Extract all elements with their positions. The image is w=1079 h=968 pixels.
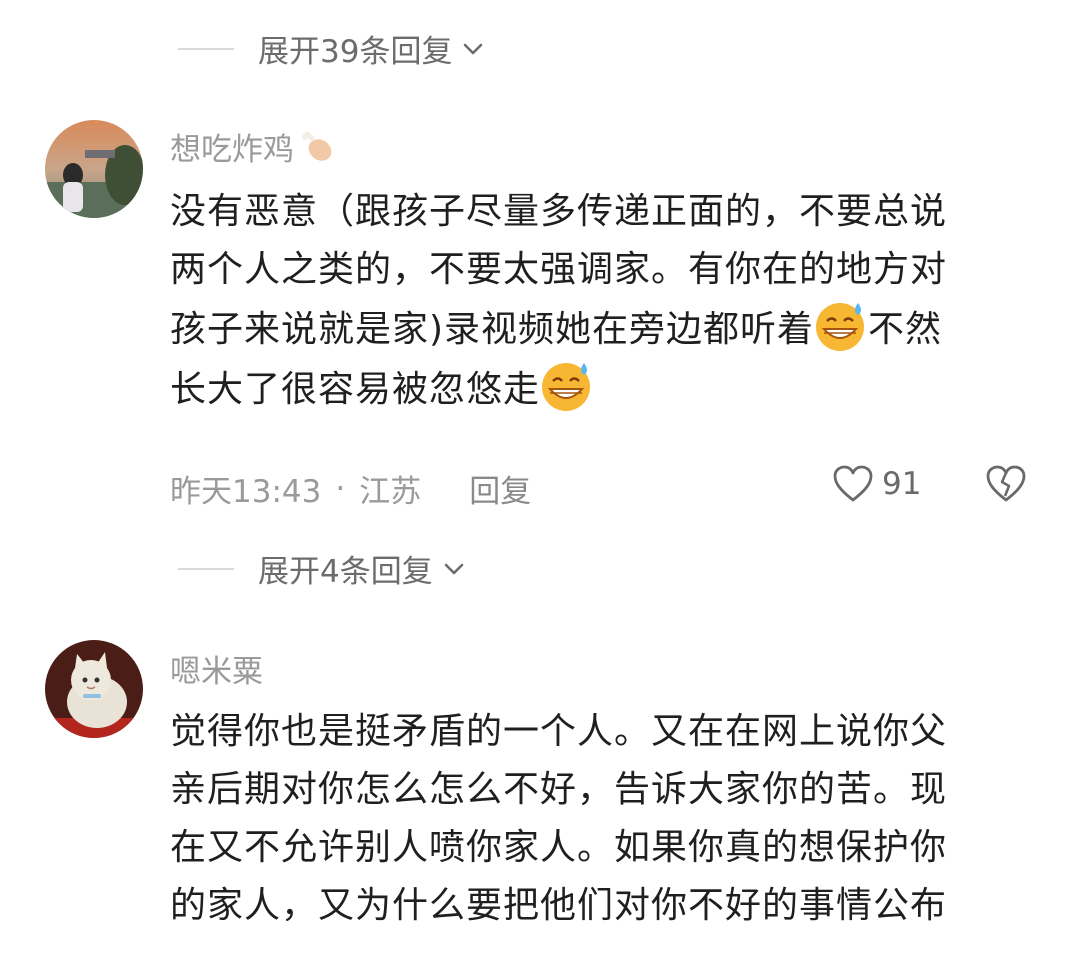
avatar[interactable] — [45, 120, 143, 218]
comment-line: 亲后期对你怎么怎么不好，告诉大家你的苦。现 — [170, 769, 948, 810]
reply-button[interactable]: 回复 — [469, 466, 531, 511]
expand-replies-label: 展开39条回复 — [258, 34, 453, 70]
comment-line: 两个人之类的，不要太强调家。有你在的地方对 — [170, 249, 948, 290]
like-button[interactable]: 91 — [832, 464, 921, 504]
expand-replies-button[interactable]: 展开39条回复 — [178, 26, 486, 71]
like-count: 91 — [882, 466, 922, 502]
comment-line: 的家人，又为什么要把他们对你不好的事情公布 — [170, 885, 948, 926]
expand-replies-label: 展开4条回复 — [258, 554, 433, 590]
chevron-down-icon — [464, 43, 483, 54]
expand-replies-button[interactable]: 展开4条回复 — [178, 546, 467, 591]
divider-line — [178, 567, 234, 570]
comment-line: 没有恶意（跟孩子尽量多传递正面的，不要总说 — [170, 191, 948, 232]
comment-body: 没有恶意（跟孩子尽量多传递正面的，不要总说 两个人之类的，不要太强调家。有你在的… — [170, 183, 1045, 419]
comment-line: 在又不允许别人喷你家人。如果你真的想保护你 — [170, 827, 948, 868]
comment-location: 江苏 — [359, 474, 422, 510]
broken-heart-icon[interactable] — [985, 464, 1027, 504]
avatar-image — [45, 120, 143, 218]
heart-icon — [833, 465, 873, 502]
meta-separator: · — [335, 470, 346, 507]
comment-meta: 昨天13:43 · 江苏 回复 — [170, 466, 531, 511]
divider-line — [178, 47, 234, 50]
comment-line: 长大了很容易被忽悠走 — [170, 359, 1045, 419]
comment-line: 孩子来说就是家)录视频她在旁边都听着 不然 — [170, 299, 1045, 359]
comment-time: 昨天13:43 — [170, 474, 322, 510]
grinning-sweat-emoji — [816, 303, 865, 351]
comment-body: 觉得你也是挺矛盾的一个人。又在在网上说你父 亲后期对你怎么怎么不好，告诉大家你的… — [170, 703, 1045, 935]
avatar[interactable] — [45, 640, 143, 738]
comment-username[interactable]: 想吃炸鸡 — [170, 124, 336, 169]
comment-username[interactable]: 嗯米粟 — [170, 646, 263, 691]
chevron-down-icon — [444, 563, 464, 574]
grinning-sweat-emoji — [542, 363, 591, 411]
drumstick-icon — [302, 130, 332, 161]
avatar-image — [45, 640, 143, 738]
comment-line: 觉得你也是挺矛盾的一个人。又在在网上说你父 — [170, 711, 948, 752]
